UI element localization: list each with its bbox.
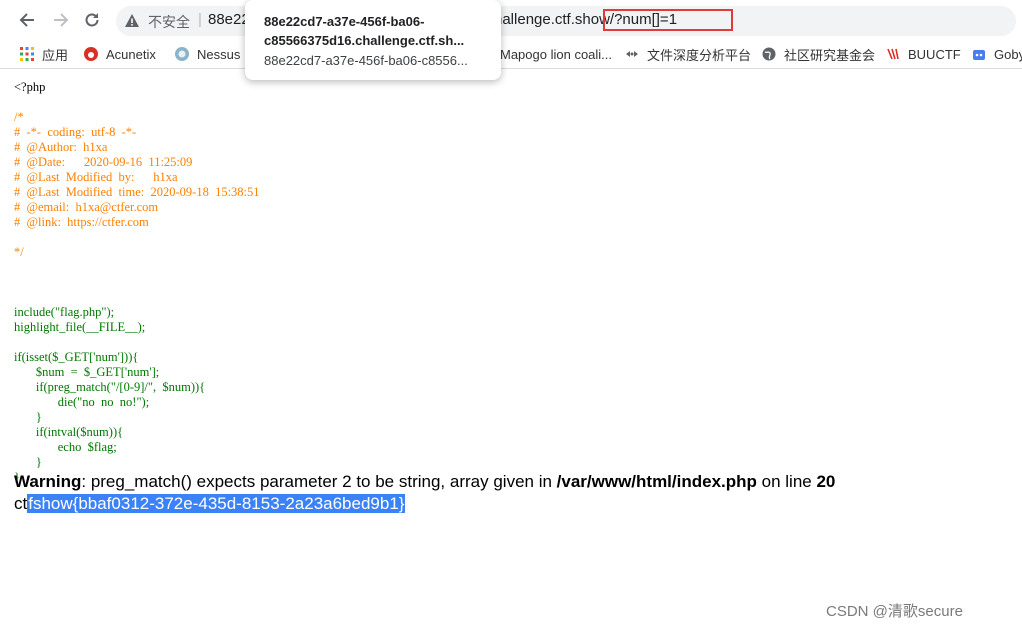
- code-line: <?php: [14, 80, 46, 94]
- flag-output: ctfshow{bbaf0312-372e-435d-8153-2a23a6be…: [14, 494, 406, 514]
- back-button[interactable]: [15, 8, 39, 32]
- forward-button[interactable]: [49, 8, 73, 32]
- code-comment-line: */: [14, 245, 24, 259]
- code-comment-line: # @link: https://ctfer.com: [14, 215, 149, 229]
- insecure-label[interactable]: 不安全: [148, 12, 190, 32]
- bookmark-label: Goby: [994, 46, 1022, 62]
- url-query-highlight-box: [603, 9, 733, 31]
- warning-line-number: 20: [816, 472, 836, 491]
- bookmark-buuctf[interactable]: BUUCTF: [886, 45, 961, 63]
- code-comment-line: # -*- coding: utf-8 -*-: [14, 125, 137, 139]
- bookmark-file-analysis[interactable]: 文件深度分析平台: [625, 45, 751, 63]
- code-comment-line: # @Date: 2020-09-16 11:25:09: [14, 155, 193, 169]
- code-line: echo $flag;: [14, 440, 117, 454]
- code-line: die("no no no!");: [14, 395, 150, 409]
- bookmark-label: 文件深度分析平台: [647, 47, 752, 63]
- code-comment-line: # @Last Modified by: h1xa: [14, 170, 178, 184]
- bookmark-apps[interactable]: 应用: [20, 45, 68, 63]
- reload-icon: [85, 13, 99, 27]
- code-line: if(preg_match("/[0-9]/", $num)){: [14, 380, 206, 394]
- bookmark-research-fund[interactable]: 社区研究基金会: [762, 45, 875, 63]
- code-line: $num = $_GET['num'];: [14, 365, 160, 379]
- globe-icon: [762, 47, 776, 61]
- bookmarks-bar: 应用 Acunetix Nessus E Mapogo lion coali..…: [0, 40, 1022, 69]
- warning-file-path: /var/www/html/index.php: [556, 472, 757, 491]
- code-comment-line: # @email: h1xa@ctfer.com: [14, 200, 159, 214]
- bookmark-goby[interactable]: Goby: [972, 45, 1022, 63]
- csdn-watermark: CSDN @清歌secure: [826, 603, 963, 620]
- apps-grid-icon: [20, 47, 34, 61]
- warning-label: Warning: [14, 472, 82, 491]
- browser-toolbar: 不安全 | 88e22 hallenge.ctf.show/?num[]=1: [0, 0, 1022, 40]
- warning-message: : preg_match() expects parameter 2 to be…: [81, 472, 557, 491]
- code-comment-line: # @Author: h1xa: [14, 140, 108, 154]
- tooltip-line-2: c85566375d16.challenge.ctf.sh...: [264, 33, 465, 48]
- bookmark-acunetix[interactable]: Acunetix: [84, 45, 156, 63]
- code-line: }: [14, 410, 42, 424]
- warning-on-line: on line: [756, 472, 817, 491]
- code-comment-line: /*: [14, 110, 24, 124]
- url-tooltip: 88e22cd7-a37e-456f-ba06- c85566375d16.ch…: [245, 0, 501, 80]
- php-source-code: <?php /* # -*- coding: utf-8 -*- # @Auth…: [14, 80, 260, 485]
- buuctf-icon: [887, 48, 899, 60]
- forward-arrow-icon: [54, 13, 69, 27]
- url-host[interactable]: 88e22: [208, 11, 250, 28]
- tooltip-line-3: 88e22cd7-a37e-456f-ba06-c8556...: [264, 53, 468, 68]
- flag-prefix: ct: [14, 494, 28, 513]
- flag-selected-text[interactable]: fshow{bbaf0312-372e-435d-8153-2a23a6bed9…: [27, 494, 406, 513]
- separator: |: [198, 11, 202, 28]
- bookmark-mapogo[interactable]: Mapogo lion coali...: [500, 45, 612, 63]
- warning-triangle-icon: [125, 14, 139, 27]
- nessus-icon: [175, 47, 189, 61]
- bookmark-label: 应用: [42, 47, 69, 63]
- goby-icon: [973, 50, 985, 60]
- bookmark-label: BUUCTF: [908, 46, 961, 62]
- bookmark-label: Mapogo lion coali...: [500, 46, 613, 62]
- code-line: include("flag.php");: [14, 305, 115, 319]
- code-line: if(isset($_GET['num'])){: [14, 350, 139, 364]
- code-comment-line: # @Last Modified time: 2020-09-18 15:38:…: [14, 185, 260, 199]
- file-analysis-icon: [626, 51, 638, 57]
- tooltip-line-1: 88e22cd7-a37e-456f-ba06-: [264, 14, 425, 29]
- bookmark-label: 社区研究基金会: [784, 47, 876, 63]
- reload-button[interactable]: [80, 8, 104, 32]
- code-line: }: [14, 455, 42, 469]
- php-warning: Warning: preg_match() expects parameter …: [14, 472, 835, 492]
- code-line: highlight_file(__FILE__);: [14, 320, 146, 334]
- acunetix-icon: [84, 47, 98, 61]
- back-arrow-icon: [19, 13, 34, 27]
- code-line: if(intval($num)){: [14, 425, 124, 439]
- bookmark-label: Acunetix: [106, 46, 156, 62]
- bookmark-nessus[interactable]: Nessus E: [175, 45, 253, 63]
